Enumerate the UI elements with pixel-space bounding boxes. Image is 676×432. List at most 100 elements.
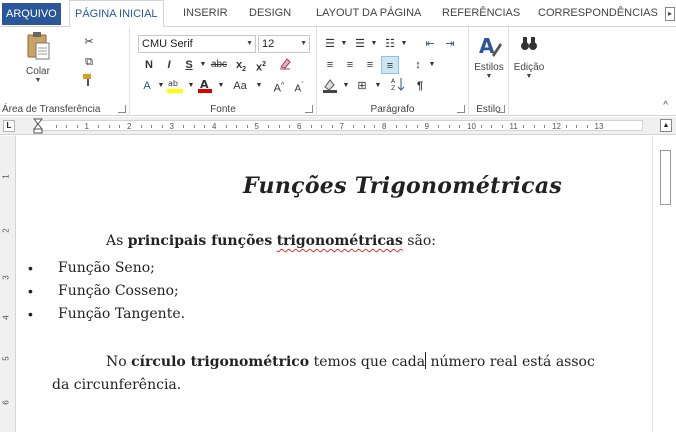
font-launcher-icon[interactable] [305, 105, 313, 113]
styles-launcher-icon[interactable] [497, 105, 505, 113]
ruler-tick [480, 125, 482, 128]
indent-marker-icon[interactable] [33, 118, 43, 134]
ribbon-tab-bar: ARQUIVO PÁGINA INICIAL INSERIR DESIGN LA… [0, 0, 676, 28]
ruler-tick [448, 125, 450, 128]
document-title[interactable]: Funções Trigonométricas [243, 173, 562, 199]
vertical-scrollbar[interactable] [652, 136, 676, 432]
ruler-tick [353, 125, 355, 128]
cut-icon[interactable]: ✂ [80, 33, 98, 51]
font-group-label: Fonte [210, 104, 236, 115]
tab-correspondencias[interactable]: CORRESPONDÊNCIAS [538, 0, 658, 27]
strikethrough-button[interactable]: abc [210, 56, 228, 74]
tab-inserir[interactable]: INSERIR [183, 0, 228, 27]
editing-label: Edição [513, 62, 545, 73]
justify-icon[interactable]: ≡ [381, 56, 399, 74]
ruler-number: 8 [382, 122, 387, 131]
font-name-value: CMU Serif [142, 38, 193, 50]
ruler-tick [501, 125, 503, 128]
change-case-dropdown-icon[interactable]: ▼ [250, 77, 268, 95]
decrease-indent-icon[interactable]: ⇤ [421, 35, 439, 53]
format-painter-icon[interactable] [80, 73, 98, 91]
ruler-number: 7 [339, 122, 344, 131]
ruler-tick [416, 125, 418, 128]
paragraph-launcher-icon[interactable] [457, 105, 465, 113]
ruler-number: 11 [509, 122, 518, 131]
list-item-seno[interactable]: Função Seno; [58, 260, 155, 276]
ruler-tick [576, 125, 578, 128]
superscript-button[interactable]: x2 [252, 56, 270, 74]
p2-post: número real está assoc [426, 354, 595, 370]
editing-dropdown-icon[interactable]: ▼ [511, 73, 547, 80]
tab-referencias[interactable]: REFERÊNCIAS [442, 0, 520, 27]
sort-icon[interactable]: AZ [389, 77, 407, 95]
tab-scroll-right-button[interactable]: ▸ [665, 7, 675, 21]
paste-icon [27, 32, 50, 60]
tab-design[interactable]: DESIGN [249, 0, 291, 27]
styles-button[interactable]: A Estilos ▼ [471, 33, 507, 80]
tab-selector-icon[interactable]: L [3, 120, 15, 132]
intro-paragraph[interactable]: As principais funções trigonométricas sã… [106, 233, 436, 249]
font-size-combo[interactable]: 12 ▼ [258, 35, 310, 53]
grow-font-button[interactable]: A^ [270, 77, 288, 95]
paste-dropdown-icon[interactable]: ▼ [16, 77, 60, 84]
ruler-scroll-up-button[interactable]: ▲ [660, 119, 672, 132]
ruler-tick [236, 125, 238, 128]
ruler-number: 9 [424, 122, 429, 131]
ruler-tick [395, 125, 397, 128]
bullet-3-icon: • [28, 306, 33, 322]
change-case-label: Aa [233, 80, 247, 92]
bold-button[interactable]: N [140, 56, 158, 74]
ruler-number: 10 [467, 122, 476, 131]
editing-button[interactable]: Edição ▼ [511, 33, 547, 80]
ruler-tick [140, 125, 142, 128]
ruler-tick [98, 125, 100, 128]
vertical-ruler-number: 5 [1, 356, 11, 361]
clipboard-launcher-icon[interactable] [118, 105, 126, 113]
ruler-tick [225, 125, 227, 128]
align-center-icon[interactable]: ≡ [341, 56, 359, 74]
binoculars-icon [521, 37, 537, 50]
ruler-tick [119, 125, 121, 128]
font-name-combo[interactable]: CMU Serif ▼ [138, 35, 256, 53]
change-case-button[interactable]: Aa [228, 77, 252, 95]
align-left-icon[interactable]: ≡ [321, 56, 339, 74]
group-font: CMU Serif ▼ 12 ▼ N I S ▼ abc x2 x2 A ▼ a… [130, 27, 317, 116]
multilevel-dropdown-icon[interactable]: ▼ [395, 35, 413, 53]
circle-paragraph-line1[interactable]: No círculo trigonométrico temos que cada… [106, 352, 595, 370]
svg-text:A: A [391, 78, 396, 85]
subscript-button[interactable]: x2 [232, 56, 250, 74]
vertical-ruler-number: 6 [1, 400, 11, 405]
collapse-ribbon-icon[interactable]: ^ [663, 100, 668, 111]
clear-formatting-icon[interactable] [276, 56, 294, 74]
italic-button[interactable]: I [160, 56, 178, 74]
bullet-1-icon: • [28, 260, 33, 276]
document-area[interactable]: 1 2 3 4 5 6 Funções Trigonométricas As princi… [0, 136, 676, 432]
show-formatting-icon[interactable]: ¶ [411, 77, 429, 95]
paste-button[interactable]: Colar ▼ [16, 31, 60, 84]
ruler-tick [491, 125, 493, 128]
ruler-number: 12 [552, 122, 561, 131]
styles-dropdown-icon[interactable]: ▼ [471, 73, 507, 80]
ruler-tick [523, 125, 525, 128]
align-right-icon[interactable]: ≡ [361, 56, 379, 74]
shrink-font-button[interactable]: Aˇ [290, 77, 308, 95]
borders-dropdown-icon[interactable]: ▼ [369, 77, 387, 95]
group-styles: A Estilos ▼ Estilo [469, 27, 509, 116]
tab-layout-da-pagina[interactable]: LAYOUT DA PÁGINA [316, 0, 421, 27]
ruler-tick [565, 125, 567, 128]
line-spacing-dropdown-icon[interactable]: ▼ [423, 56, 441, 74]
svg-text:Z: Z [391, 85, 395, 91]
list-item-tangente[interactable]: Função Tangente. [58, 306, 185, 322]
ruler-number: 3 [169, 122, 174, 131]
horizontal-ruler[interactable]: L 1 2 3 4 5 6 7 8 9 10 11 12 13 ▲ [0, 117, 676, 135]
intro-bold-trigonometricas: trigonométricas [276, 233, 403, 249]
tab-arquivo[interactable]: ARQUIVO [2, 3, 61, 25]
increase-indent-icon[interactable]: ⇥ [441, 35, 459, 53]
list-item-cosseno[interactable]: Função Cosseno; [58, 283, 179, 299]
tab-pagina-inicial[interactable]: PÁGINA INICIAL [69, 0, 164, 28]
scrollbar-thumb[interactable] [660, 150, 671, 205]
intro-pre: As [106, 233, 128, 249]
circle-paragraph-line2[interactable]: da circunferência. [52, 377, 181, 393]
copy-icon[interactable]: ⧉ [80, 53, 98, 71]
p2-mid: temos que cada [309, 354, 426, 370]
